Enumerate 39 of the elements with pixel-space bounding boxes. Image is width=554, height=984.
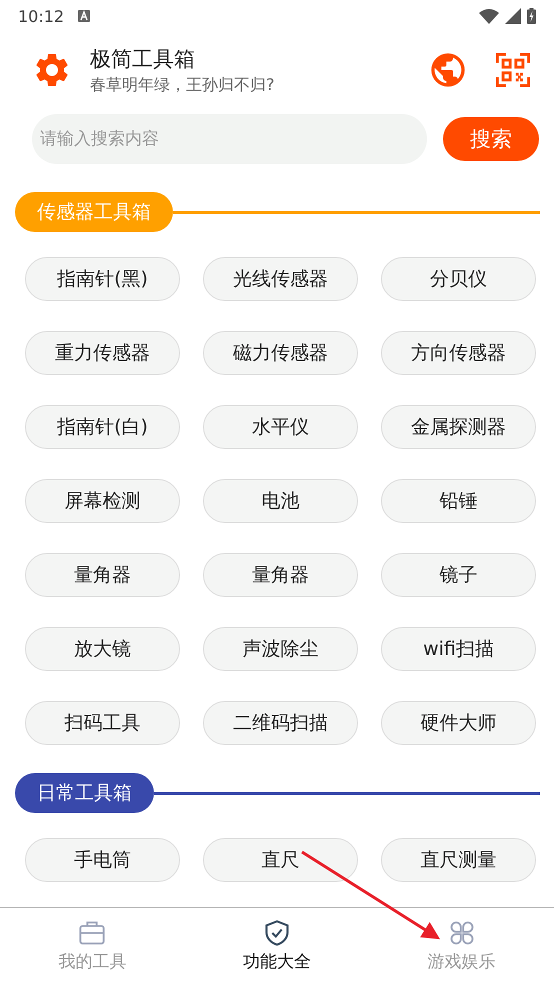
section-title: 传感器工具箱 (15, 192, 173, 232)
tool-button[interactable]: 二维码扫描 (203, 701, 358, 745)
app-subtitle: 春草明年绿，王孙归不归? (90, 74, 276, 96)
toolbox-icon (78, 919, 106, 947)
tool-button[interactable]: 手电筒 (25, 838, 180, 882)
signal-icon (505, 8, 521, 24)
qr-scan-icon[interactable] (496, 53, 530, 87)
tool-button[interactable]: 扫码工具 (25, 701, 180, 745)
tool-button[interactable]: 直尺 (203, 838, 358, 882)
status-time: 10:12 (18, 6, 64, 26)
tool-button[interactable]: 分贝仪 (381, 257, 536, 301)
tool-button[interactable]: 磁力传感器 (203, 331, 358, 375)
tool-button[interactable]: 放大镜 (25, 627, 180, 671)
section-title: 日常工具箱 (15, 773, 154, 813)
tool-button[interactable]: 水平仪 (203, 405, 358, 449)
clover-icon (448, 919, 476, 947)
tool-button[interactable]: 指南针(白) (25, 405, 180, 449)
wifi-icon (479, 8, 499, 24)
tool-button[interactable]: 硬件大师 (381, 701, 536, 745)
tool-button[interactable]: 直尺测量 (381, 838, 536, 882)
tool-button[interactable]: 铅锤 (381, 479, 536, 523)
tool-button[interactable]: 光线传感器 (203, 257, 358, 301)
tool-button[interactable]: 指南针(黑) (25, 257, 180, 301)
search-field[interactable]: 请输入搜索内容 (32, 114, 427, 164)
tool-button[interactable]: wifi扫描 (381, 627, 536, 671)
tool-button[interactable]: 量角器 (25, 553, 180, 597)
tool-button[interactable]: 重力传感器 (25, 331, 180, 375)
tool-button[interactable]: 电池 (203, 479, 358, 523)
tool-button[interactable]: 屏幕检测 (25, 479, 180, 523)
battery-icon (527, 8, 536, 24)
tool-button[interactable]: 量角器 (203, 553, 358, 597)
notification-icon (78, 10, 90, 22)
shield-check-icon (263, 919, 291, 947)
nav-tab[interactable]: 功能大全 (184, 908, 370, 984)
tool-button[interactable]: 镜子 (381, 553, 536, 597)
tool-button[interactable]: 声波除尘 (203, 627, 358, 671)
app-title: 极简工具箱 (90, 46, 196, 72)
tool-button[interactable]: 方向传感器 (381, 331, 536, 375)
tool-button[interactable]: 金属探测器 (381, 405, 536, 449)
